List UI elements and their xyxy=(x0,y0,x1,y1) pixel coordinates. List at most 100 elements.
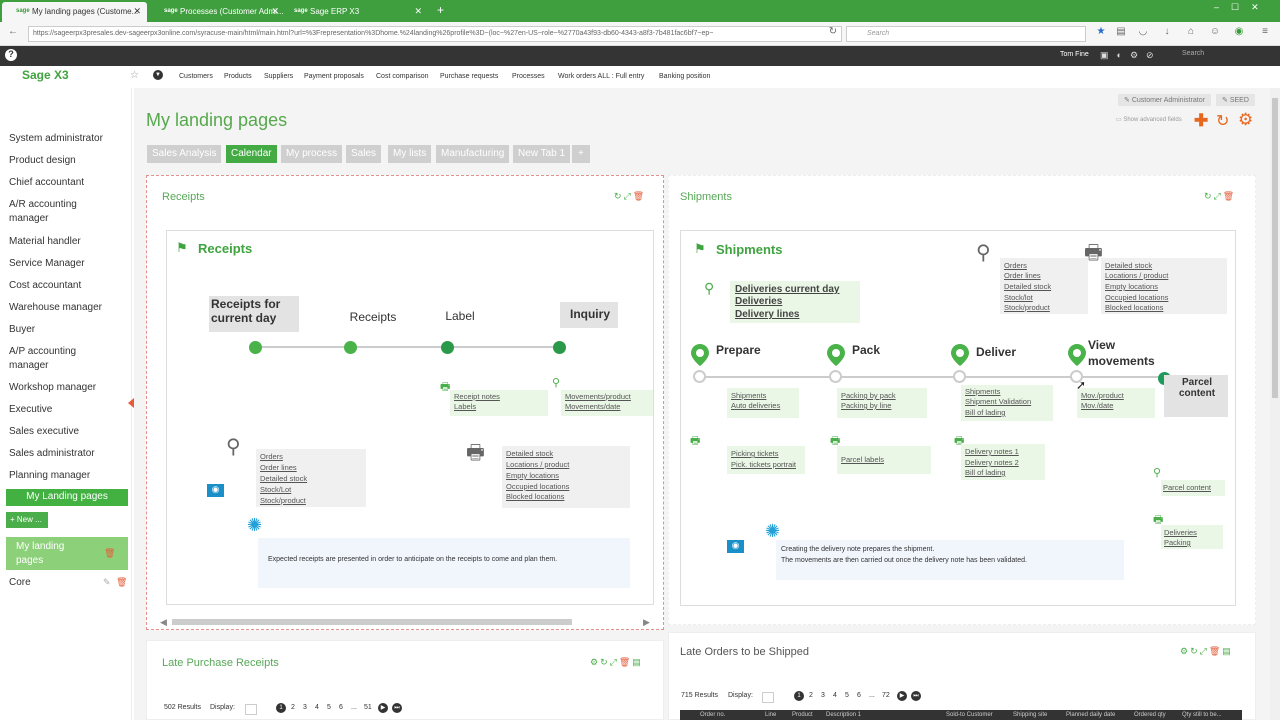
page-2[interactable]: 2 xyxy=(291,704,295,711)
link-packing-by-pack[interactable]: Packing by pack xyxy=(841,391,896,402)
scroll-left-icon[interactable]: ◀ xyxy=(160,617,167,628)
link-shipments[interactable]: Shipments xyxy=(731,391,766,402)
link-blocked-locations[interactable]: Blocked locations xyxy=(1105,303,1163,314)
link-deliveries[interactable]: Deliveries xyxy=(1164,528,1197,539)
sidebar-item-chief-accountant[interactable]: Chief accountant xyxy=(9,176,84,190)
tab-manufacturing[interactable]: Manufacturing xyxy=(436,145,510,163)
col-ordered-qty[interactable]: Ordered qty xyxy=(1134,712,1166,718)
nav-purchase-requests[interactable]: Purchase requests xyxy=(440,73,498,80)
page-4[interactable]: 4 xyxy=(315,704,319,711)
close-icon[interactable]: ✕ xyxy=(414,6,422,17)
panel-controls[interactable]: ⚙↻⤢🗑▤ xyxy=(1180,646,1233,657)
sidebar-item-core[interactable]: Core xyxy=(9,577,31,588)
link-bill-of-lading[interactable]: Bill of lading xyxy=(965,408,1005,419)
link-detailed-stock[interactable]: Detailed stock xyxy=(1105,261,1152,272)
back-icon[interactable]: ← xyxy=(6,26,20,40)
search-icon[interactable]: ⚲ xyxy=(704,280,714,297)
step-pack[interactable]: Pack xyxy=(852,343,880,357)
sidebar-item-workshop-manager[interactable]: Workshop manager xyxy=(9,381,96,395)
page-5[interactable]: 5 xyxy=(845,692,849,699)
refresh-icon[interactable]: ↻ xyxy=(1216,111,1229,131)
link-delivery-notes-2[interactable]: Delivery notes 2 xyxy=(965,458,1019,469)
download-icon[interactable]: ↓ xyxy=(1160,26,1174,40)
col-qty-still[interactable]: Qty still to be... xyxy=(1182,712,1222,718)
tab-calendar[interactable]: Calendar xyxy=(226,145,277,163)
page-6[interactable]: 6 xyxy=(339,704,343,711)
sidebar-item-sales-admin[interactable]: Sales administrator xyxy=(9,447,95,461)
step-receipts-current-day[interactable]: Receipts for current day xyxy=(205,297,295,325)
step-receipts[interactable]: Receipts xyxy=(340,310,406,324)
map-pin-icon[interactable] xyxy=(691,344,709,366)
printer-icon[interactable]: 🖶 xyxy=(690,432,700,451)
sage-logo[interactable]: Sage X3 xyxy=(22,68,69,82)
link-deliveries[interactable]: Deliveries xyxy=(735,296,782,307)
step-prepare[interactable]: Prepare xyxy=(716,343,761,357)
panel-controls[interactable]: ⚙↻⤢🗑▤ xyxy=(590,657,643,668)
last-page-icon[interactable]: ⏭ xyxy=(911,691,921,701)
browser-tab-sage[interactable]: sage Sage ERP X3 ✕ xyxy=(280,2,428,22)
sidebar-item-ap-accounting[interactable]: A/P accounting manager xyxy=(9,345,109,373)
col-order-no[interactable]: Order no. xyxy=(700,712,725,718)
printer-icon[interactable]: 🖶 xyxy=(440,378,450,397)
search-icon[interactable]: ⚲ xyxy=(1153,466,1161,479)
chat-icon[interactable]: ☺ xyxy=(1208,26,1222,40)
display-select[interactable] xyxy=(245,704,257,715)
advanced-fields-toggle[interactable]: ▭ Show advanced fields xyxy=(1116,116,1182,123)
nav-work-orders[interactable]: Work orders ALL : Full entry xyxy=(558,73,644,80)
link-occupied-locations[interactable]: Occupied locations xyxy=(1105,293,1168,304)
nav-cost-comparison[interactable]: Cost comparison xyxy=(376,73,429,80)
url-field[interactable]: https://sageerpx3presales.dev-sageerpx3o… xyxy=(28,26,842,42)
settings-gear-icon[interactable]: ⚙ xyxy=(1238,110,1253,130)
sidebar-item-executive[interactable]: Executive xyxy=(9,403,52,417)
last-page-icon[interactable]: ⏭ xyxy=(392,703,402,713)
link-deliveries-current-day[interactable]: Deliveries current day xyxy=(735,283,840,296)
link-movements-product[interactable]: Movements/product xyxy=(565,392,631,403)
sidebar-item-my-landing-pages[interactable]: My Landing pages xyxy=(6,489,128,506)
link-orders[interactable]: Orders xyxy=(260,452,283,463)
sidebar-item-planning-manager[interactable]: Planning manager xyxy=(9,469,90,483)
search-icon[interactable]: ⚲ xyxy=(552,376,560,389)
nav-products[interactable]: Products xyxy=(224,73,252,80)
browser-tab-landing[interactable]: sage My landing pages (Custome... ✕ xyxy=(2,2,147,22)
sidebar-item-system-admin[interactable]: System administrator xyxy=(9,132,103,146)
link-detailed-stock[interactable]: Detailed stock xyxy=(1004,282,1051,293)
step-dot[interactable] xyxy=(249,341,262,354)
delete-icon[interactable]: 🗑 xyxy=(104,548,115,559)
link-locations-product[interactable]: Locations / product xyxy=(506,460,569,471)
page-6[interactable]: 6 xyxy=(857,692,861,699)
link-auto-deliveries[interactable]: Auto deliveries xyxy=(731,401,780,412)
sidebar-item-sales-executive[interactable]: Sales executive xyxy=(9,425,79,439)
extension-icon[interactable]: ◉ xyxy=(1232,26,1246,40)
link-labels[interactable]: Labels xyxy=(454,402,476,413)
role-badge[interactable]: ✎ Customer Administrator xyxy=(1118,94,1211,106)
tab-new-tab-1[interactable]: New Tab 1 xyxy=(513,145,571,163)
link-locations-product[interactable]: Locations / product xyxy=(1105,271,1168,282)
link-delivery-lines[interactable]: Delivery lines xyxy=(735,309,799,320)
page-1[interactable]: 1 xyxy=(794,691,804,701)
step-dot[interactable] xyxy=(829,370,842,383)
scrollbar-thumb[interactable] xyxy=(1272,98,1278,398)
link-stock-lot[interactable]: Stock/Lot xyxy=(260,485,291,496)
map-pin-icon[interactable] xyxy=(951,344,969,366)
link-stock-lot[interactable]: Stock/lot xyxy=(1004,293,1033,304)
sidebar-item-ar-accounting[interactable]: A/R accounting manager xyxy=(9,198,109,226)
link-detailed-stock[interactable]: Detailed stock xyxy=(260,474,307,485)
link-packing-by-line[interactable]: Packing by line xyxy=(841,401,891,412)
sidebar-item-service-manager[interactable]: Service Manager xyxy=(9,257,85,271)
map-pin-icon[interactable] xyxy=(827,344,845,366)
col-line[interactable]: Line xyxy=(765,712,776,718)
link-mov-product[interactable]: Mov./product xyxy=(1081,391,1124,402)
delete-icon[interactable]: 🗑 xyxy=(116,577,127,588)
nav-payment-proposals[interactable]: Payment proposals xyxy=(304,73,364,80)
page-5[interactable]: 5 xyxy=(327,704,331,711)
link-movements-date[interactable]: Movements/date xyxy=(565,402,620,413)
eye-icon[interactable]: ◉ xyxy=(727,540,744,553)
next-page-icon[interactable]: ▶ xyxy=(897,691,907,701)
page-3[interactable]: 3 xyxy=(303,704,307,711)
page-4[interactable]: 4 xyxy=(833,692,837,699)
link-order-lines[interactable]: Order lines xyxy=(260,463,297,474)
link-picking-tickets[interactable]: Picking tickets xyxy=(731,449,779,460)
vertical-scrollbar[interactable] xyxy=(1270,88,1280,720)
seed-badge[interactable]: ✎ SEED xyxy=(1216,94,1255,106)
nav-customers[interactable]: Customers xyxy=(179,73,213,80)
